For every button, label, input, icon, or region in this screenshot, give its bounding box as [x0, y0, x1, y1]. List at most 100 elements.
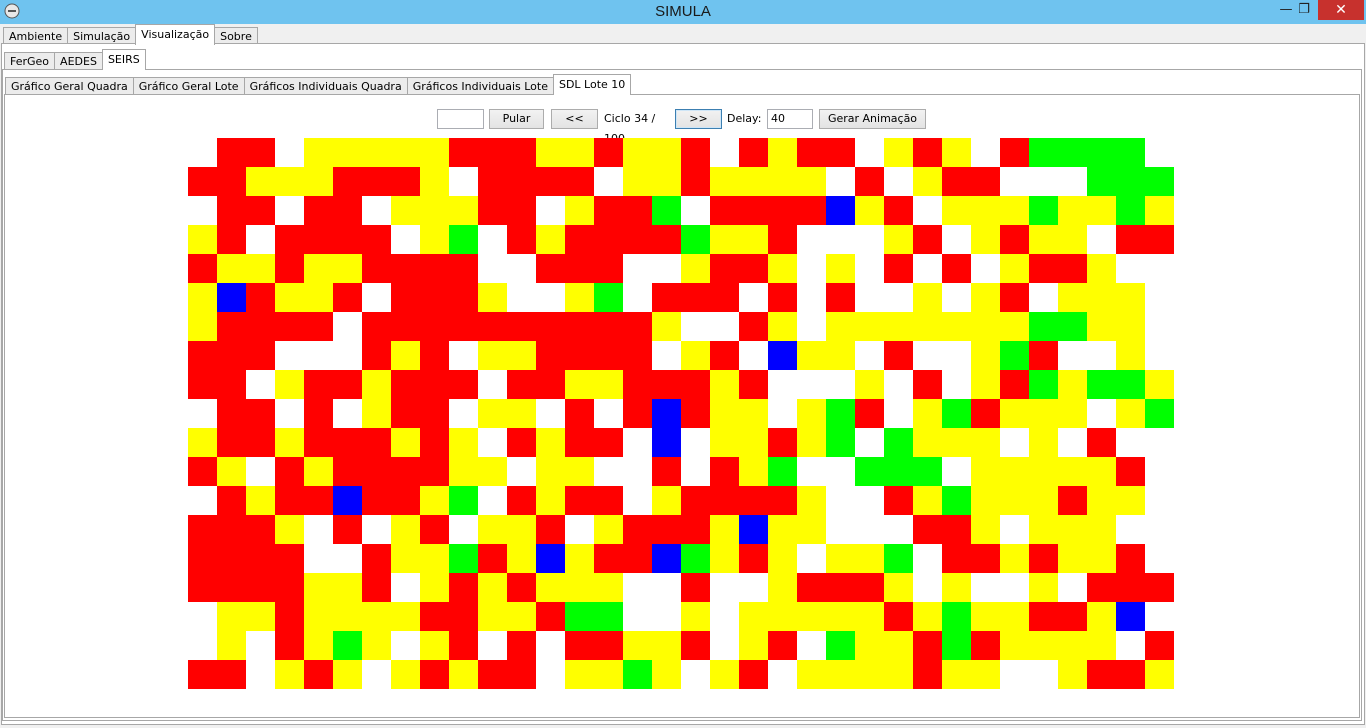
grid-cell — [797, 138, 826, 167]
restore-icon[interactable]: ❐ — [1289, 0, 1319, 20]
grid-cell — [1058, 544, 1087, 573]
grid-cell — [971, 196, 1000, 225]
grid-cell — [1000, 486, 1029, 515]
grid-cell — [768, 254, 797, 283]
grid-cell — [391, 573, 420, 602]
grid-cell — [478, 341, 507, 370]
grid-cell — [1087, 225, 1116, 254]
grid-cell — [942, 660, 971, 689]
grid-cell — [536, 138, 565, 167]
grid-cell — [623, 312, 652, 341]
grid-cell — [797, 486, 826, 515]
grid-cell — [623, 660, 652, 689]
grid-cell — [275, 399, 304, 428]
grid-cell — [594, 312, 623, 341]
tab-grafico-geral-lote[interactable]: Gráfico Geral Lote — [132, 77, 245, 95]
tab-grafico-geral-quadra[interactable]: Gráfico Geral Quadra — [5, 77, 134, 95]
grid-cell — [391, 428, 420, 457]
delay-input[interactable]: 40 — [767, 109, 813, 129]
grid-cell — [536, 225, 565, 254]
jump-button[interactable]: Pular — [489, 109, 544, 129]
grid-cell — [1029, 457, 1058, 486]
grid-cell — [971, 660, 1000, 689]
grid-cell — [188, 138, 217, 167]
tab-graficos-individuais-lote[interactable]: Gráficos Individuais Lote — [406, 77, 554, 95]
grid-cell — [333, 254, 362, 283]
grid-cell — [1000, 602, 1029, 631]
grid-cell — [391, 254, 420, 283]
grid-cell — [478, 399, 507, 428]
grid-cell — [1058, 399, 1087, 428]
grid-cell — [913, 457, 942, 486]
grid-cell — [362, 254, 391, 283]
grid-cell — [507, 515, 536, 544]
grid-cell — [1029, 515, 1058, 544]
grid-cell — [420, 283, 449, 312]
grid-cell — [710, 283, 739, 312]
grid-cell — [536, 370, 565, 399]
grid-cell — [942, 573, 971, 602]
grid-cell — [333, 457, 362, 486]
close-icon[interactable]: ✕ — [1318, 0, 1364, 20]
grid-cell — [420, 573, 449, 602]
grid-cell — [623, 399, 652, 428]
grid-cell — [942, 225, 971, 254]
grid-cell — [217, 370, 246, 399]
tab-visualizacao[interactable]: Visualização — [135, 24, 216, 45]
grid-cell — [971, 428, 1000, 457]
grid-cell — [855, 370, 884, 399]
grid-cell — [391, 283, 420, 312]
grid-cell — [826, 602, 855, 631]
grid-cell — [884, 428, 913, 457]
grid-cell — [304, 428, 333, 457]
grid-cell — [362, 225, 391, 254]
grid-cell — [536, 486, 565, 515]
grid-cell — [768, 573, 797, 602]
next-cycle-button[interactable]: >> — [675, 109, 722, 129]
grid-cell — [217, 167, 246, 196]
grid-cell — [652, 631, 681, 660]
grid-cell — [884, 573, 913, 602]
tab-fergeo[interactable]: FerGeo — [4, 52, 56, 70]
grid-cell — [797, 283, 826, 312]
tab-aedes[interactable]: AEDES — [54, 52, 103, 70]
grid-cell — [1000, 312, 1029, 341]
grid-cell — [275, 573, 304, 602]
grid-cell — [449, 660, 478, 689]
grid-cell — [565, 225, 594, 254]
grid-cell — [217, 660, 246, 689]
grid-cell — [1058, 312, 1087, 341]
grid-cell — [1058, 660, 1087, 689]
grid-cell — [797, 196, 826, 225]
grid-cell — [275, 544, 304, 573]
grid-cell — [246, 515, 275, 544]
grid-cell — [1000, 138, 1029, 167]
grid-cell — [304, 370, 333, 399]
grid-cell — [362, 631, 391, 660]
grid-cell — [565, 138, 594, 167]
tab-sdl-lote-10[interactable]: SDL Lote 10 — [552, 74, 632, 95]
jump-cycle-input[interactable] — [437, 109, 484, 129]
grid-cell — [971, 254, 1000, 283]
grid-cell — [768, 167, 797, 196]
grid-cell — [246, 167, 275, 196]
grid-cell — [971, 225, 1000, 254]
grid-cell — [913, 312, 942, 341]
tab-seirs[interactable]: SEIRS — [101, 49, 146, 70]
grid-cell — [188, 428, 217, 457]
grid-cell — [304, 515, 333, 544]
previous-cycle-button[interactable]: << — [551, 109, 598, 129]
grid-cell — [1087, 341, 1116, 370]
grid-cell — [681, 573, 710, 602]
grid-cell — [652, 486, 681, 515]
grid-cell — [884, 167, 913, 196]
grid-cell — [1029, 370, 1058, 399]
grid-cell — [971, 631, 1000, 660]
grid-cell — [507, 312, 536, 341]
grid-cell — [971, 486, 1000, 515]
grid-cell — [942, 428, 971, 457]
grid-cell — [536, 254, 565, 283]
tab-graficos-individuais-quadra[interactable]: Gráficos Individuais Quadra — [243, 77, 408, 95]
generate-animation-button[interactable]: Gerar Animação — [819, 109, 926, 129]
grid-cell — [304, 631, 333, 660]
